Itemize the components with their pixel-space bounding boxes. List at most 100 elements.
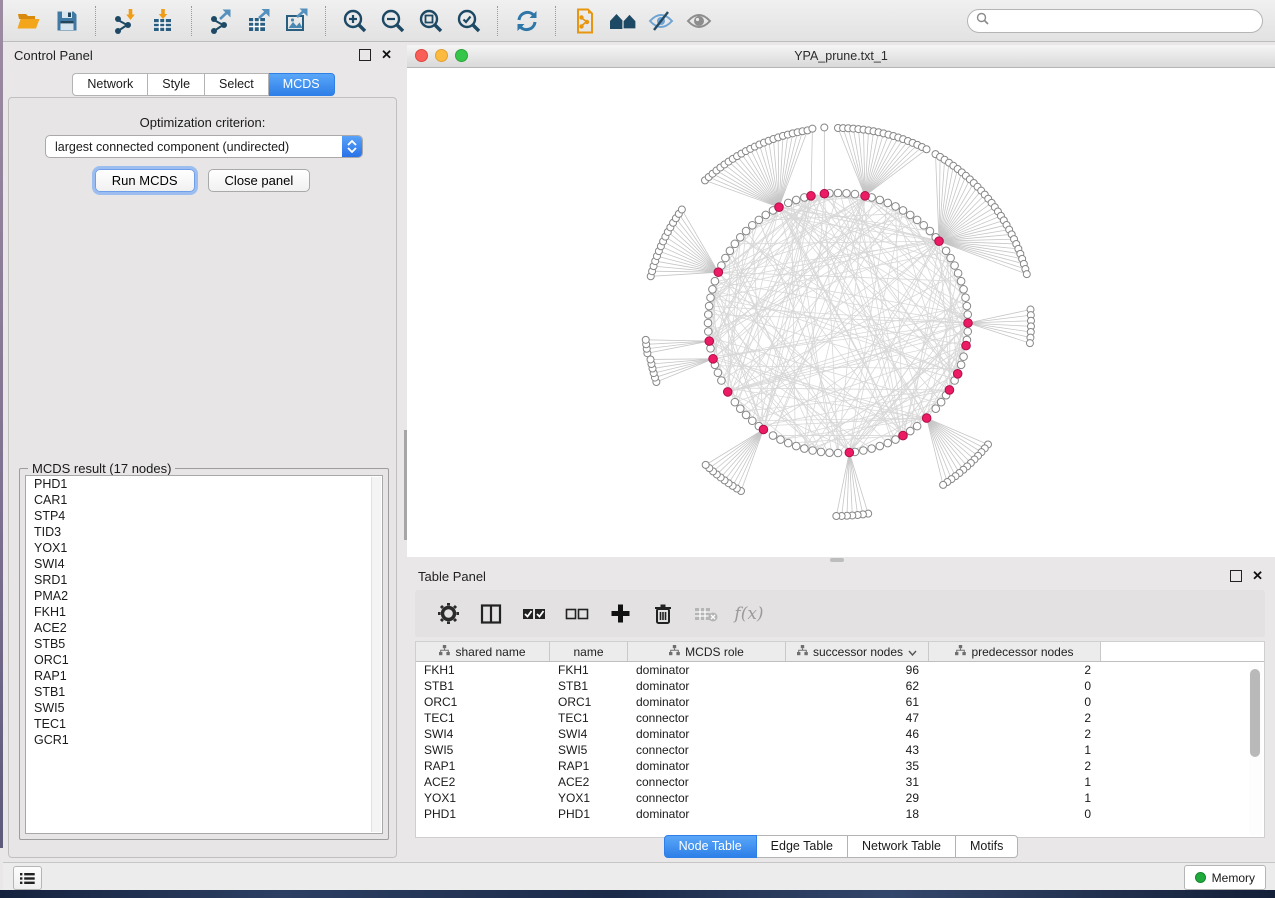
export-image-icon[interactable]	[280, 4, 314, 38]
cell[interactable]: dominator	[628, 807, 786, 821]
cell[interactable]: TEC1	[416, 711, 550, 725]
close-panel-icon[interactable]: ✕	[1252, 571, 1263, 581]
cell[interactable]: 43	[786, 743, 929, 757]
cell[interactable]: 2	[929, 711, 1101, 725]
cell[interactable]: 96	[786, 663, 929, 677]
houses-icon[interactable]	[606, 4, 640, 38]
import-network-icon[interactable]	[108, 4, 142, 38]
mcds-result-item[interactable]: RAP1	[26, 668, 382, 684]
mcds-result-item[interactable]: SWI5	[26, 700, 382, 716]
cell[interactable]: 1	[929, 775, 1101, 789]
cell[interactable]: dominator	[628, 759, 786, 773]
cell[interactable]: RAP1	[416, 759, 550, 773]
tab-mcds[interactable]: MCDS	[269, 73, 335, 96]
cell[interactable]: dominator	[628, 695, 786, 709]
zoom-fit-icon[interactable]	[414, 4, 448, 38]
cell[interactable]: YOX1	[550, 791, 628, 805]
cell[interactable]: FKH1	[416, 663, 550, 677]
cell[interactable]: STB1	[416, 679, 550, 693]
gear-icon[interactable]	[435, 601, 461, 627]
search-box[interactable]	[967, 9, 1263, 33]
save-icon[interactable]	[50, 4, 84, 38]
table-row[interactable]: YOX1YOX1connector291	[416, 790, 1264, 806]
cell[interactable]: 0	[929, 807, 1101, 821]
table-scrollbar[interactable]	[1249, 663, 1262, 835]
table-row[interactable]: RAP1RAP1dominator352	[416, 758, 1264, 774]
float-panel-icon[interactable]	[1230, 570, 1242, 582]
column-selector-icon[interactable]	[478, 601, 504, 627]
open-folder-icon[interactable]	[12, 4, 46, 38]
cell[interactable]: connector	[628, 711, 786, 725]
tab-edge-table[interactable]: Edge Table	[757, 835, 848, 858]
cell[interactable]: 29	[786, 791, 929, 805]
show-eye-icon[interactable]	[682, 4, 716, 38]
mcds-result-item[interactable]: TEC1	[26, 716, 382, 732]
cell[interactable]: PHD1	[550, 807, 628, 821]
cell[interactable]: ACE2	[416, 775, 550, 789]
export-network-icon[interactable]	[204, 4, 238, 38]
cell[interactable]: connector	[628, 743, 786, 757]
cell[interactable]: FKH1	[550, 663, 628, 677]
table-row[interactable]: STB1STB1dominator620	[416, 678, 1264, 694]
select-all-icon[interactable]	[521, 601, 547, 627]
optimization-criterion-dropdown[interactable]: largest connected component (undirected)	[45, 135, 363, 158]
mcds-result-item[interactable]: ORC1	[26, 652, 382, 668]
mcds-result-item[interactable]: ACE2	[26, 620, 382, 636]
close-panel-icon[interactable]: ✕	[381, 50, 392, 60]
cell[interactable]: 18	[786, 807, 929, 821]
mcds-result-item[interactable]: GCR1	[26, 732, 382, 748]
cell[interactable]: 31	[786, 775, 929, 789]
table-row[interactable]: SWI4SWI4dominator462	[416, 726, 1264, 742]
tab-network[interactable]: Network	[72, 73, 148, 96]
cell[interactable]: connector	[628, 775, 786, 789]
cell[interactable]: 2	[929, 759, 1101, 773]
zoom-out-icon[interactable]	[376, 4, 410, 38]
delete-icon[interactable]	[650, 601, 676, 627]
cell[interactable]: 2	[929, 727, 1101, 741]
cell[interactable]: dominator	[628, 727, 786, 741]
mcds-result-item[interactable]: TID3	[26, 524, 382, 540]
network-canvas[interactable]	[407, 68, 1275, 557]
cell[interactable]: ORC1	[550, 695, 628, 709]
network-titlebar[interactable]: YPA_prune.txt_1	[407, 45, 1275, 68]
cell[interactable]: RAP1	[550, 759, 628, 773]
table-row[interactable]: ACE2ACE2connector311	[416, 774, 1264, 790]
cell[interactable]: ACE2	[550, 775, 628, 789]
zoom-selected-icon[interactable]	[452, 4, 486, 38]
cell[interactable]: 1	[929, 743, 1101, 757]
import-table-icon[interactable]	[146, 4, 180, 38]
tab-select[interactable]: Select	[205, 73, 269, 96]
mcds-result-item[interactable]: SWI4	[26, 556, 382, 572]
hide-eye-slash-icon[interactable]	[644, 4, 678, 38]
table-row[interactable]: ORC1ORC1dominator610	[416, 694, 1264, 710]
mcds-result-item[interactable]: STP4	[26, 508, 382, 524]
cell[interactable]: PHD1	[416, 807, 550, 821]
layout-refresh-icon[interactable]	[510, 4, 544, 38]
cell[interactable]: connector	[628, 791, 786, 805]
add-column-icon[interactable]	[607, 601, 633, 627]
cell[interactable]: SWI4	[416, 727, 550, 741]
cell[interactable]: 35	[786, 759, 929, 773]
float-panel-icon[interactable]	[359, 49, 371, 61]
mcds-result-item[interactable]: PMA2	[26, 588, 382, 604]
cell[interactable]: 46	[786, 727, 929, 741]
memory-button[interactable]: Memory	[1184, 865, 1266, 890]
cell[interactable]: ORC1	[416, 695, 550, 709]
cell[interactable]: SWI5	[550, 743, 628, 757]
cell[interactable]: SWI5	[416, 743, 550, 757]
tab-node-table[interactable]: Node Table	[664, 835, 757, 858]
column-header-predecessor-nodes[interactable]: predecessor nodes	[929, 642, 1101, 661]
cell[interactable]: 62	[786, 679, 929, 693]
tab-motifs[interactable]: Motifs	[956, 835, 1018, 858]
close-panel-button[interactable]: Close panel	[208, 169, 311, 192]
cell[interactable]: 0	[929, 695, 1101, 709]
column-header-successor-nodes[interactable]: successor nodes	[786, 642, 929, 661]
run-mcds-button[interactable]: Run MCDS	[95, 169, 195, 192]
export-table-icon[interactable]	[242, 4, 276, 38]
cell[interactable]: dominator	[628, 679, 786, 693]
table-row[interactable]: SWI5SWI5connector431	[416, 742, 1264, 758]
mcds-result-item[interactable]: STB5	[26, 636, 382, 652]
cell[interactable]: 61	[786, 695, 929, 709]
table-row[interactable]: TEC1TEC1connector472	[416, 710, 1264, 726]
tab-network-table[interactable]: Network Table	[848, 835, 956, 858]
